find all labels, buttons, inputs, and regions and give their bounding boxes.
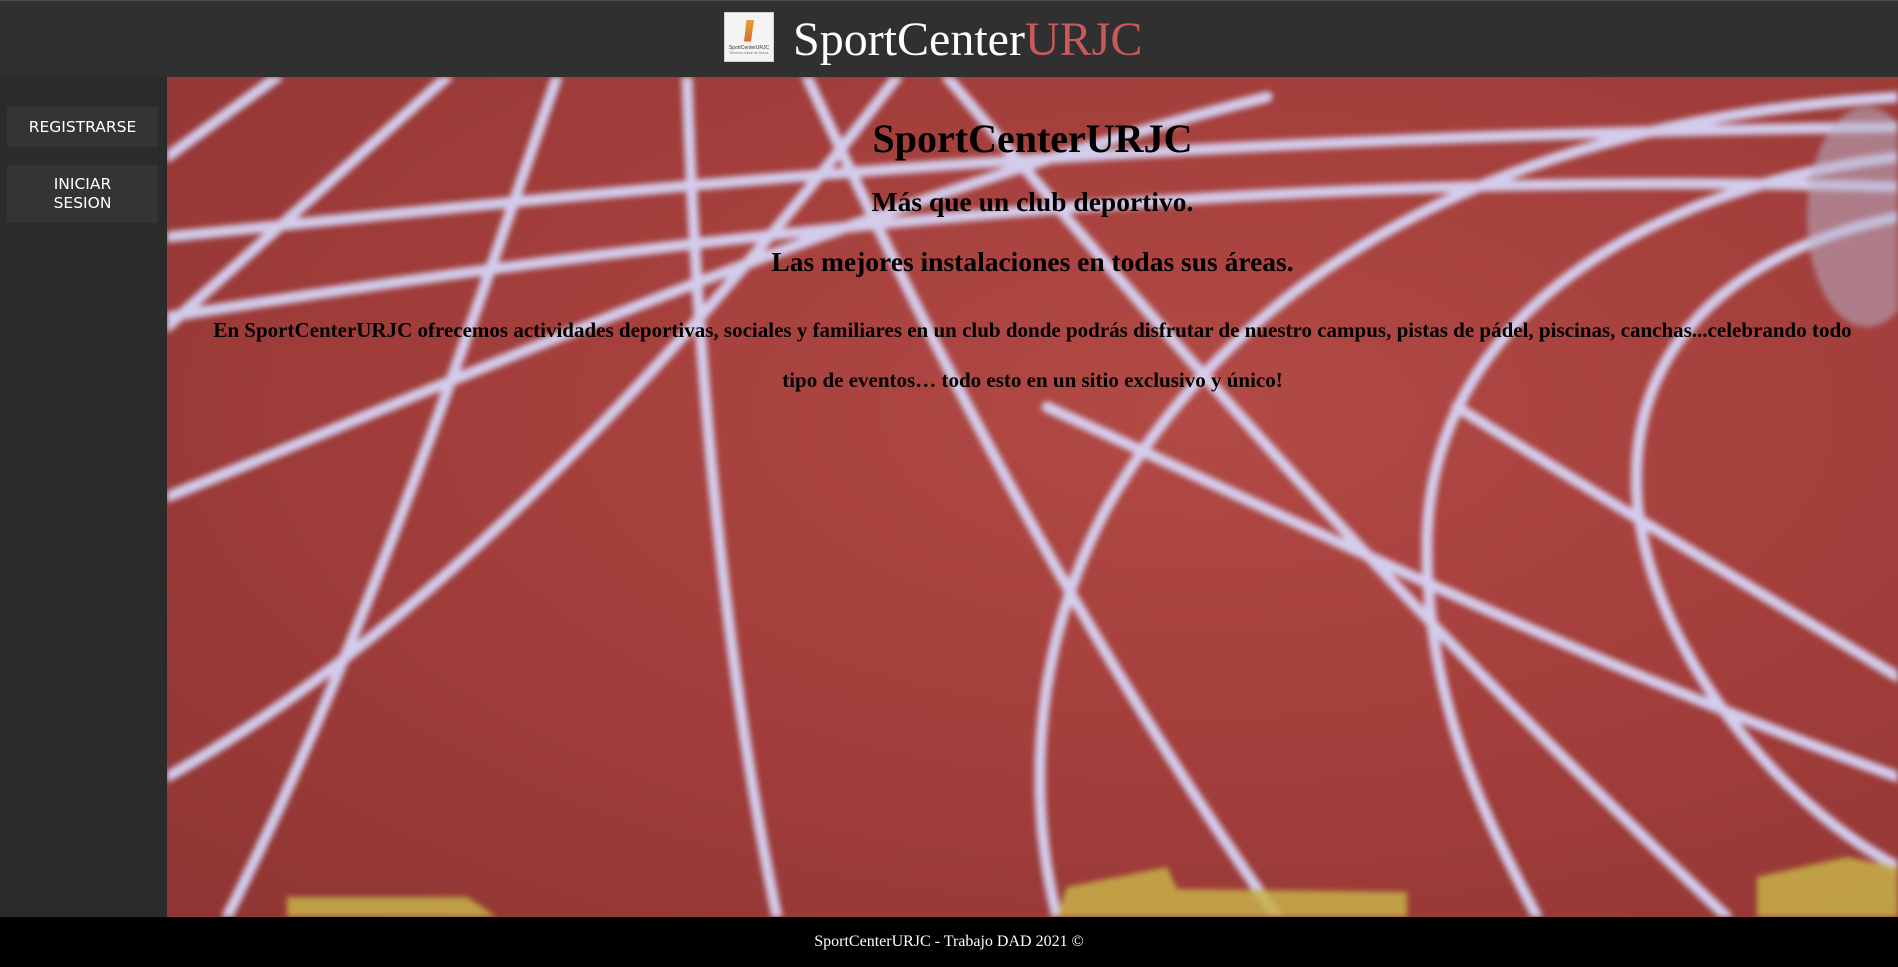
hero-title: SportCenterURJC <box>872 116 1193 161</box>
site-title-part1: SportCenter <box>793 13 1025 66</box>
logo-mark-icon <box>744 19 754 42</box>
site-title-part2: URJC <box>1024 13 1143 66</box>
footer: SportCenterURJC - Trabajo DAD 2021 © <box>0 917 1898 967</box>
login-button-label: INICIAR SESION <box>53 175 112 212</box>
logo-subtext: Reserva online de turnos <box>729 50 769 55</box>
register-button[interactable]: REGISTRARSE <box>7 107 158 147</box>
hero-description: En SportCenterURJC ofrecemos actividades… <box>213 318 1852 392</box>
hero-subtitle-1: Más que un club deportivo. <box>871 186 1194 217</box>
site-title: SportCenterURJC <box>793 13 1142 67</box>
top-header: SportCenterURJC Reserva online de turnos… <box>0 0 1898 77</box>
login-button[interactable]: INICIAR SESION <box>7 165 158 223</box>
hero-subtitle-2: Las mejores instalaciones en todas sus á… <box>771 246 1294 277</box>
hero-section: SportCenterURJC Más que un club deportiv… <box>167 77 1898 917</box>
sidebar: REGISTRARSE INICIAR SESION <box>0 77 167 917</box>
footer-text: SportCenterURJC - Trabajo DAD 2021 © <box>814 933 1084 950</box>
site-logo[interactable]: SportCenterURJC Reserva online de turnos <box>724 12 774 62</box>
